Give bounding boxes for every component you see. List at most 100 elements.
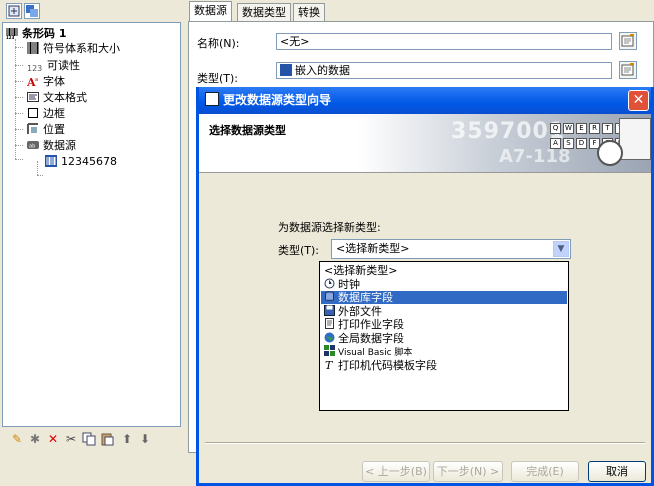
option-label: 外部文件 [338, 304, 382, 318]
name-browse-button[interactable] [619, 32, 637, 50]
type-field[interactable]: 嵌入的数据 [276, 62, 612, 79]
document-icon [619, 118, 651, 160]
next-button[interactable]: 下一步(N) > [433, 461, 503, 482]
type-option[interactable]: 外部文件 [321, 304, 567, 318]
option-label: 打印作业字段 [338, 318, 404, 331]
type-option[interactable]: 数据库字段 [321, 291, 567, 304]
keyboard-key: S [563, 138, 574, 149]
tree-item-label: 数据源 [43, 139, 76, 152]
printer-code-icon: T [324, 359, 335, 372]
tree-item-label: 可读性 [47, 59, 80, 72]
font-icon: Aa [26, 75, 39, 89]
close-button[interactable]: ✕ [628, 90, 649, 111]
option-label: 时钟 [338, 277, 360, 291]
tree-item-label: 文本格式 [43, 91, 87, 104]
option-label: 数据库字段 [338, 291, 393, 304]
text-format-icon [27, 91, 39, 103]
tab-transform[interactable]: 转换 [293, 3, 325, 22]
embedded-data-icon [280, 64, 292, 76]
move-up-icon[interactable]: ⬆ [120, 432, 134, 446]
tree-item-12345678[interactable]: 12345678 [45, 154, 117, 170]
svg-text:ab: ab [29, 144, 35, 150]
keyboard-key: T [602, 123, 613, 134]
digits-icon: 123 [27, 64, 43, 73]
vb-script-icon [324, 345, 335, 356]
new-icon[interactable]: ✎ [10, 432, 24, 446]
type-option[interactable]: <选择新类型> [321, 264, 567, 277]
close-icon: ✕ [632, 92, 645, 108]
dialog-title: 更改数据源类型向导 [223, 93, 332, 107]
keyboard-key: R [589, 123, 600, 134]
type-browse-button[interactable] [619, 61, 637, 79]
border-icon [27, 107, 39, 119]
name-label: 名称(N): [197, 37, 240, 50]
keyboard-key: E [576, 123, 587, 134]
wizard-icon[interactable]: ✱ [28, 432, 42, 446]
tree-item-readability[interactable]: 123 可读性 [27, 58, 80, 74]
option-label: Visual Basic 脚本 [338, 348, 413, 358]
change-data-source-type-dialog: 更改数据源类型向导 ✕ 3597001 A7-118 QWERTYASDFGH … [196, 87, 654, 486]
dialog-header: 3597001 A7-118 QWERTYASDFGH 选择数据源类型 [199, 114, 651, 173]
delete-icon[interactable]: ✕ [46, 432, 60, 446]
cancel-button[interactable]: 取消 [588, 461, 646, 482]
tree-item-label: 位置 [43, 123, 65, 136]
back-button[interactable]: < 上一步(B) [362, 461, 430, 482]
database-field-icon [45, 155, 57, 167]
name-field[interactable]: <无> [276, 33, 612, 50]
clock-icon [324, 278, 335, 289]
tree-item-font[interactable]: Aa 字体 [26, 74, 65, 90]
object-tree: 123 条形码 1 符号体系和大小 123 可读性 Aa 字体 文本格式 边框 位置 … [2, 22, 181, 427]
keyboard-key: D [576, 138, 587, 149]
keyboard-key: W [563, 123, 574, 134]
type-option[interactable]: T 打印机代码模板字段 [321, 359, 567, 372]
tree-item-barcode[interactable]: 123 条形码 1 [6, 26, 66, 42]
type-option[interactable]: 打印作业字段 [321, 318, 567, 331]
copy-icon[interactable] [82, 432, 96, 446]
tree-item-label: 边框 [43, 107, 65, 120]
option-label: 打印机代码模板字段 [338, 358, 437, 372]
keyboard-key: Q [550, 123, 561, 134]
database-icon [324, 291, 335, 302]
dialog-title-bar[interactable]: 更改数据源类型向导 ✕ [199, 87, 651, 114]
collapse-all-icon[interactable] [24, 3, 40, 19]
tree-item-data-source[interactable]: ab 数据源 [27, 138, 76, 154]
move-down-icon[interactable]: ⬇ [138, 432, 152, 446]
edit-icon [621, 34, 634, 47]
tab-data-source[interactable]: 数据源 [189, 1, 232, 23]
data-source-icon: ab [27, 139, 39, 151]
type-option[interactable]: 全局数据字段 [321, 332, 567, 345]
tree-item-position[interactable]: 位置 [27, 122, 65, 138]
type-label: 类型(T): [197, 72, 239, 85]
tree-item-border[interactable]: 边框 [27, 106, 65, 122]
type-option[interactable]: Visual Basic 脚本 [321, 345, 567, 358]
edit-icon [621, 63, 634, 76]
svg-text:123: 123 [6, 35, 15, 39]
type-prompt: 为数据源选择新类型: [278, 221, 381, 234]
option-label: <选择新类型> [324, 264, 398, 277]
svg-text:T: T [325, 359, 334, 370]
tree-item-label: 字体 [43, 75, 65, 88]
tree-bottom-toolbar: ✎ ✱ ✕ ✂ ⬆ ⬇ [0, 428, 183, 452]
tab-data-type[interactable]: 数据类型 [237, 3, 291, 22]
chevron-down-icon[interactable]: ▼ [553, 241, 569, 257]
tree-item-label: 条形码 1 [22, 27, 67, 40]
barcode-icon: 123 [6, 27, 18, 40]
tree-item-text-format[interactable]: 文本格式 [27, 90, 87, 106]
dialog-type-label: 类型(T): [278, 244, 320, 257]
wizard-app-icon [205, 92, 219, 106]
type-value: 嵌入的数据 [295, 64, 350, 77]
type-dropdown-list: <选择新类型> 时钟 数据库字段 外部文件 打印作业字段 全局数据字段 Visual Bas… [319, 261, 569, 411]
type-option[interactable]: 时钟 [321, 278, 567, 291]
tree-toolbar [0, 0, 183, 22]
cut-icon[interactable]: ✂ [64, 432, 78, 446]
type-combobox[interactable]: <选择新类型> ▼ [331, 239, 571, 259]
dialog-separator [205, 442, 645, 444]
finish-button[interactable]: 完成(E) [511, 461, 579, 482]
position-icon [27, 123, 39, 135]
barcode-bars-icon [27, 42, 39, 54]
disk-icon [324, 304, 335, 316]
tree-item-symbology[interactable]: 符号体系和大小 [27, 41, 120, 57]
keyboard-key: A [550, 138, 561, 149]
paste-icon[interactable] [100, 432, 114, 446]
expand-all-icon[interactable] [6, 3, 22, 19]
